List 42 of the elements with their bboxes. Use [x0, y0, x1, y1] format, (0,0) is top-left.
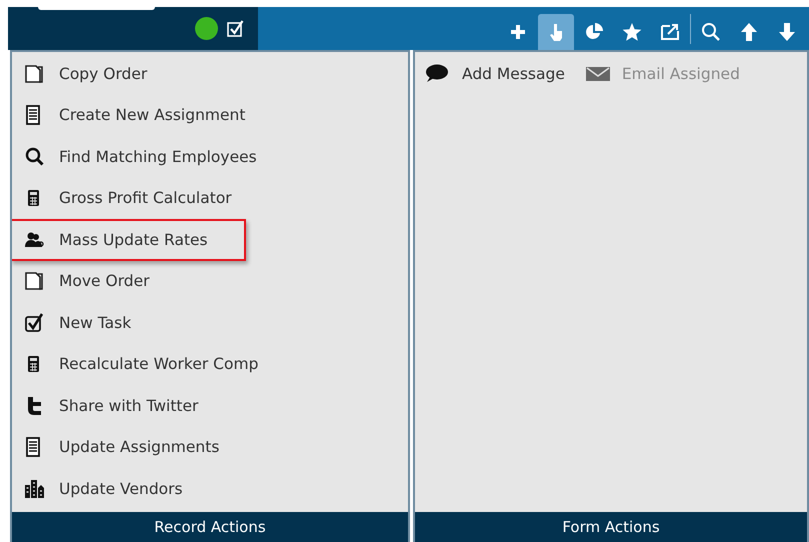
action-label: Update Assignments — [59, 438, 220, 456]
down-arrow-icon — [777, 22, 797, 42]
star-icon — [622, 22, 642, 42]
action-label: Move Order — [59, 272, 150, 290]
plus-icon — [508, 22, 528, 42]
checkbox-icon — [24, 312, 44, 334]
speech-bubble-icon — [425, 63, 451, 85]
action-item[interactable]: New Task — [12, 302, 142, 344]
action-item[interactable]: Update Assignments — [12, 426, 230, 468]
document-icon — [24, 62, 44, 85]
action-item[interactable]: Find Matching Employees — [12, 136, 267, 178]
action-item[interactable]: Add Message — [425, 62, 565, 86]
action-label: Gross Profit Calculator — [59, 189, 232, 208]
action-item[interactable]: Create New Assignment — [12, 94, 256, 136]
action-label: Add Message — [462, 65, 565, 83]
action-label: Update Vendors — [59, 480, 183, 498]
action-item[interactable]: Gross Profit Calculator — [12, 178, 242, 219]
action-label: Copy Order — [59, 64, 148, 83]
pie-chart-icon — [584, 22, 604, 42]
action-item[interactable]: Share with Twitter — [12, 385, 208, 426]
search-icon — [701, 22, 721, 42]
action-item[interactable]: Mass Update Rates — [12, 219, 246, 260]
action-label: New Task — [59, 314, 132, 332]
action-label: Create New Assignment — [59, 106, 246, 124]
external-link-icon — [660, 22, 680, 42]
document-icon — [24, 270, 44, 292]
buildings-icon — [24, 478, 44, 500]
action-item[interactable]: Recalculate Worker Comp — [12, 344, 268, 385]
action-item[interactable]: Copy Order — [12, 53, 158, 94]
panel-footer: Record Actions — [12, 512, 408, 542]
action-label: Recalculate Worker Comp — [59, 355, 258, 374]
action-label: Email Assigned — [622, 65, 740, 83]
action-label: Find Matching Employees — [59, 148, 257, 166]
action-item[interactable]: Move Order — [12, 260, 160, 302]
hand-button[interactable] — [538, 14, 574, 50]
search-icon — [24, 146, 44, 168]
checkbox[interactable] — [226, 18, 246, 38]
action-label: Mass Update Rates — [59, 230, 208, 249]
action-label: Share with Twitter — [59, 396, 198, 415]
action-item[interactable]: Update Vendors — [12, 468, 193, 510]
up-arrow-icon — [739, 22, 759, 42]
panel-footer: Form Actions — [415, 512, 807, 542]
